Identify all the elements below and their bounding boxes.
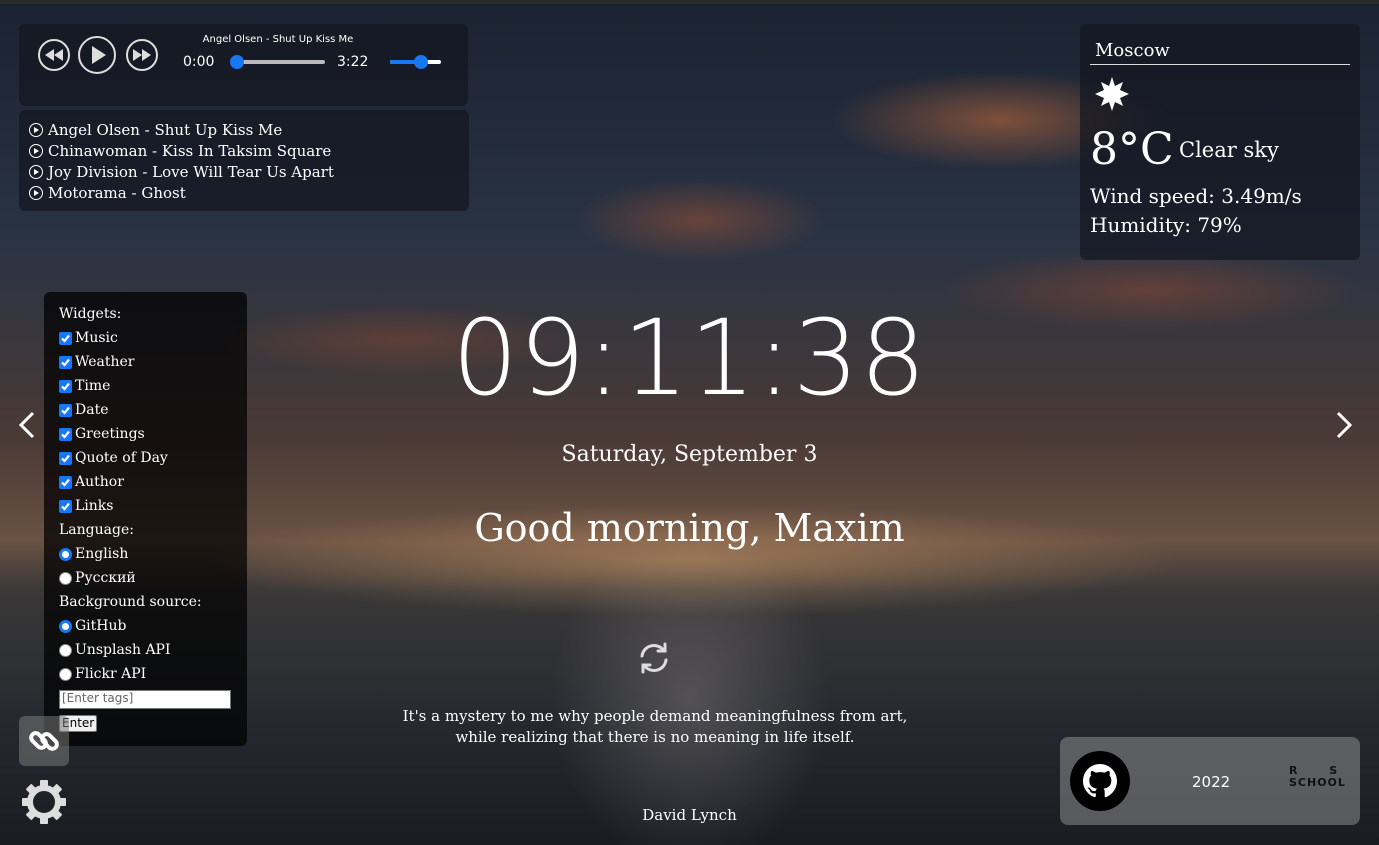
greeting-text: Good morning, (474, 506, 774, 550)
volume-slider[interactable] (390, 55, 441, 69)
progress-slider[interactable] (229, 55, 325, 69)
play-circle-icon (29, 185, 43, 200)
weather-description: Clear sky (1179, 138, 1279, 162)
github-link[interactable] (1070, 751, 1130, 815)
copyright-year: 2022 (1192, 773, 1231, 791)
prev-button[interactable] (38, 39, 70, 71)
rs-school-logo[interactable]: R S SCHOOL (1289, 765, 1351, 789)
city-input[interactable]: Moscow (1090, 40, 1350, 65)
radio-button[interactable] (59, 571, 72, 585)
volume-handle[interactable] (413, 55, 428, 69)
track-title: Chinawoman - Kiss In Taksim Square (48, 141, 332, 160)
play-circle-icon (29, 122, 43, 137)
track-title: Angel Olsen - Shut Up Kiss Me (48, 120, 283, 139)
temperature: 8°C (1090, 124, 1174, 175)
greeting: Good morning, Maxim (0, 506, 1379, 550)
gear-icon (22, 780, 66, 824)
rewind-icon (45, 49, 63, 61)
play-button[interactable] (78, 36, 116, 74)
radio-button[interactable] (59, 643, 72, 657)
track-title: Joy Division - Love Will Tear Us Apart (48, 162, 334, 181)
source-label: Unsplash API (75, 642, 171, 658)
source-label: GitHub (75, 618, 127, 634)
playlist-item[interactable]: Chinawoman - Kiss In Taksim Square (29, 140, 469, 161)
wind-speed: Wind speed: 3.49m/s (1090, 184, 1302, 208)
chevron-left-icon (18, 411, 35, 439)
source-option-github[interactable]: GitHub (59, 614, 247, 638)
slide-prev-button[interactable] (16, 410, 38, 444)
now-playing-title: Angel Olsen - Shut Up Kiss Me (202, 34, 354, 45)
humidity: Humidity: 79% (1090, 213, 1242, 237)
date: Saturday, September 3 (561, 442, 818, 467)
tags-input[interactable]: [Enter tags] (59, 690, 231, 709)
playlist: Angel Olsen - Shut Up Kiss Me Chinawoman… (19, 110, 469, 211)
language-label: Русский (75, 570, 136, 586)
playlist-item[interactable]: Joy Division - Love Will Tear Us Apart (29, 161, 469, 182)
audio-player: Angel Olsen - Shut Up Kiss Me 0:00 3:22 (19, 24, 468, 106)
current-time: 0:00 (183, 54, 215, 70)
widget-label: Greetings (75, 426, 145, 442)
track-title: Motorama - Ghost (48, 183, 186, 202)
play-circle-icon (29, 164, 43, 179)
playlist-item[interactable]: Angel Olsen - Shut Up Kiss Me (29, 119, 469, 140)
checkbox[interactable] (59, 475, 72, 489)
weather-widget: Moscow 8°C Clear sky Wind speed: 3.49m/s… (1080, 24, 1360, 260)
rs-logo-line2: SCHOOL (1289, 776, 1346, 789)
fast-forward-icon (133, 49, 151, 61)
checkbox[interactable] (59, 427, 72, 441)
slide-next-button[interactable] (1333, 410, 1355, 444)
widget-label: Author (75, 474, 124, 490)
top-border (0, 0, 1379, 4)
progress-handle[interactable] (229, 55, 244, 69)
widget-toggle-author[interactable]: Author (59, 470, 247, 494)
github-icon (1070, 751, 1130, 811)
quote-text: It's a mystery to me why people demand m… (402, 707, 908, 746)
sun-icon (1094, 76, 1130, 116)
radio-button[interactable] (59, 619, 72, 633)
duration: 3:22 (337, 54, 369, 70)
links-button[interactable] (19, 716, 69, 766)
refresh-quote-button[interactable] (636, 640, 672, 680)
chevron-right-icon (1336, 411, 1353, 439)
settings-button[interactable] (20, 778, 68, 830)
link-icon (29, 731, 59, 751)
background-source-heading: Background source: (59, 594, 202, 610)
playlist-item[interactable]: Motorama - Ghost (29, 182, 469, 203)
play-icon (91, 46, 106, 64)
refresh-icon (640, 642, 668, 674)
language-option-russian[interactable]: Русский (59, 566, 247, 590)
source-option-flickr[interactable]: Flickr API (59, 662, 247, 686)
next-button[interactable] (126, 39, 158, 71)
play-circle-icon (29, 143, 43, 158)
radio-button[interactable] (59, 667, 72, 681)
source-label: Flickr API (75, 666, 147, 682)
source-option-unsplash[interactable]: Unsplash API (59, 638, 247, 662)
clock: 09:11:38 (451, 297, 928, 419)
footer: 2022 R S SCHOOL (1060, 737, 1360, 825)
name-input[interactable]: Maxim (774, 506, 905, 550)
